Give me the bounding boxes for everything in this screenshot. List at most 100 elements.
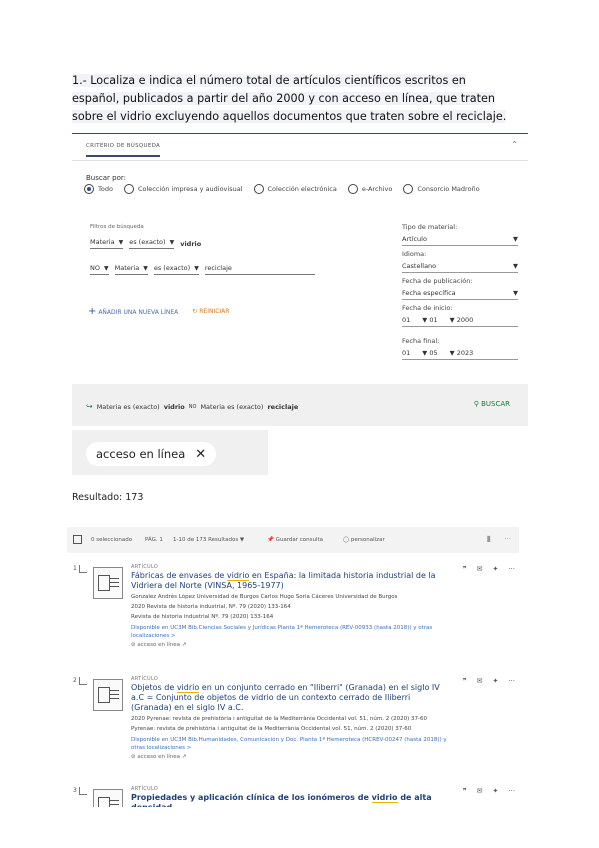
more-icon[interactable]: ··· xyxy=(504,535,511,543)
panel-header-label: CRITERIO DE BÚSQUEDA xyxy=(86,143,161,157)
dropdown-arrow-icon: ▼ xyxy=(143,264,148,272)
document-thumbnail-icon xyxy=(93,567,123,599)
pin-icon[interactable]: ▮ xyxy=(487,534,491,543)
results-toolbar: 0 seleccionado PÁG. 1 1-10 de 173 Result… xyxy=(67,527,519,553)
query-summary-bar: ↪ Materia es (exacto) vidrio NO Materia … xyxy=(72,384,528,426)
dropdown-arrow-icon: ▼ xyxy=(103,264,109,272)
personalize-toggle[interactable]: ◯ personalizar xyxy=(343,537,385,543)
result-title[interactable]: Objetos de vidrio en un conjunto cerrado… xyxy=(131,683,453,713)
radio-selected-icon xyxy=(84,184,94,194)
result-actions: ❞ ✉ ✦ ··· xyxy=(463,787,515,795)
result-checkbox[interactable] xyxy=(79,787,87,795)
pin-icon[interactable]: ✦ xyxy=(492,565,498,573)
inicio-date: 01 ▼ 01 ▼ 2000 xyxy=(402,312,518,327)
result-actions: ❞ ✉ ✦ ··· xyxy=(463,565,515,573)
radio-icon xyxy=(253,184,264,194)
result-actions: ❞ ✉ ✦ ··· xyxy=(463,677,515,685)
search-button[interactable]: ⚲ BUSCAR xyxy=(474,400,510,408)
result-meta: Revista de historia industrial Nº. 79 (2… xyxy=(131,614,274,620)
fecha-select[interactable]: Fecha específica ▼ xyxy=(402,285,518,300)
term-input[interactable]: reciclaje xyxy=(204,264,315,275)
result-item: 3 ARTÍCULO Propiedades y aplicación clín… xyxy=(67,781,519,807)
filter-row-1: Materia ▼ es (exacto) ▼ vidrio xyxy=(90,238,201,249)
radio-impresa[interactable]: Colección impresa y audiovisual xyxy=(123,184,243,194)
range-select[interactable]: 1-10 de 173 Resultados ▼ xyxy=(173,537,244,543)
toggle-icon: ◯ xyxy=(343,537,350,543)
select-all-checkbox[interactable] xyxy=(73,535,82,544)
reset-button[interactable]: ↻ REINICIAR xyxy=(192,308,229,315)
final-year[interactable]: ▼ 2023 xyxy=(450,349,474,357)
result-meta: Gonzalez Andrés López Universidad de Bur… xyxy=(131,594,398,600)
inicio-day[interactable]: 01 xyxy=(402,316,410,324)
online-access-link[interactable]: ⊘ acceso en línea ↗ xyxy=(131,642,453,648)
search-criteria-panel: CRITERIO DE BÚSQUEDA ⌃ Buscar por: Todo … xyxy=(72,133,528,426)
dropdown-arrow-icon: ▼ xyxy=(194,264,199,272)
result-checkbox[interactable] xyxy=(79,565,87,573)
chevron-up-icon[interactable]: ⌃ xyxy=(511,140,518,149)
radio-madrono[interactable]: Consorcio Madroño xyxy=(403,184,480,194)
pin-icon[interactable]: ✦ xyxy=(492,677,498,685)
more-icon[interactable]: ··· xyxy=(508,787,515,795)
pin-icon[interactable]: ✦ xyxy=(492,787,498,795)
result-meta: Pyrenae: revista de prehistòria i antigu… xyxy=(131,726,412,732)
save-query-button[interactable]: 📌 Guardar consulta xyxy=(267,537,323,543)
availability-link[interactable]: Disponible en UC3M Bib.Ciencias Sociales… xyxy=(131,624,453,640)
term-input[interactable]: vidrio xyxy=(180,240,201,248)
filter-chip[interactable]: acceso en línea ✕ xyxy=(86,442,217,466)
filter-label: Filtros de búsqueda xyxy=(90,224,144,230)
final-month[interactable]: ▼ 05 xyxy=(422,349,437,357)
inicio-year[interactable]: ▼ 2000 xyxy=(450,316,474,324)
result-title[interactable]: Propiedades y aplicación clínica de los … xyxy=(131,793,453,807)
operator-select[interactable]: es (exacto) ▼ xyxy=(129,238,175,249)
radio-earchivo[interactable]: e-Archivo xyxy=(347,184,392,194)
add-line-button[interactable]: + AÑADIR UNA NUEVA LÍNEA xyxy=(88,306,178,317)
result-number: 3 xyxy=(73,787,77,794)
result-number: 2 xyxy=(73,677,77,684)
plus-icon: + xyxy=(88,306,97,317)
radio-electronica[interactable]: Colección electrónica xyxy=(253,184,337,194)
query-summary: ↪ Materia es (exacto) vidrio NO Materia … xyxy=(86,402,299,411)
arrow-right-icon: ↪ xyxy=(86,402,93,411)
tipo-select[interactable]: Artículo ▼ xyxy=(402,231,518,246)
dropdown-arrow-icon: ▼ xyxy=(513,289,518,297)
field-select[interactable]: Materia ▼ xyxy=(114,264,148,275)
online-access-link[interactable]: ⊘ acceso en línea ↗ xyxy=(131,754,453,760)
dropdown-arrow-icon: ▼ xyxy=(118,238,124,246)
final-day[interactable]: 01 xyxy=(402,349,410,357)
radio-todo[interactable]: Todo xyxy=(84,184,113,194)
idioma-select[interactable]: Castellano ▼ xyxy=(402,258,518,273)
availability-link[interactable]: Disponible en UC3M Bib.Humanidades, Comu… xyxy=(131,736,453,752)
reset-icon: ↻ xyxy=(192,308,198,315)
boolean-select[interactable]: NO ▼ xyxy=(90,264,109,275)
dropdown-arrow-icon: ▼ xyxy=(513,235,518,243)
result-title[interactable]: Fábricas de envases de vidrio en España:… xyxy=(131,571,453,591)
results-panel: 0 seleccionado PÁG. 1 1-10 de 173 Result… xyxy=(67,527,519,807)
buscar-por-label: Buscar por: xyxy=(86,174,126,182)
search-icon: ⚲ xyxy=(473,400,479,408)
email-icon[interactable]: ✉ xyxy=(477,565,483,573)
email-icon[interactable]: ✉ xyxy=(477,787,483,795)
radio-icon xyxy=(403,184,414,194)
page-indicator: PÁG. 1 xyxy=(145,537,163,543)
close-icon[interactable]: ✕ xyxy=(195,447,206,462)
quote-icon[interactable]: ❞ xyxy=(463,565,467,573)
result-checkbox[interactable] xyxy=(79,677,87,685)
quote-icon[interactable]: ❞ xyxy=(463,677,467,685)
panel-header[interactable]: CRITERIO DE BÚSQUEDA ⌃ xyxy=(72,134,528,161)
result-type: ARTÍCULO xyxy=(131,676,159,682)
result-number: 1 xyxy=(73,565,77,572)
more-icon[interactable]: ··· xyxy=(508,677,515,685)
inicio-month[interactable]: ▼ 01 xyxy=(422,316,437,324)
dropdown-arrow-icon: ▼ xyxy=(513,262,518,270)
result-meta: 2020 Pyrenae: revista de prehistòria i a… xyxy=(131,716,428,722)
final-date: 01 ▼ 05 ▼ 2023 xyxy=(402,345,518,360)
email-icon[interactable]: ✉ xyxy=(477,677,483,685)
quote-icon[interactable]: ❞ xyxy=(463,787,467,795)
line-actions: + AÑADIR UNA NUEVA LÍNEA ↻ REINICIAR xyxy=(88,306,229,317)
more-icon[interactable]: ··· xyxy=(508,565,515,573)
tipo-label: Tipo de material: xyxy=(402,223,458,231)
field-select[interactable]: Materia ▼ xyxy=(90,238,124,249)
operator-select[interactable]: es (exacto) ▼ xyxy=(153,264,199,275)
result-type: ARTÍCULO xyxy=(131,786,159,792)
result-count: Resultado: 173 xyxy=(72,492,144,503)
